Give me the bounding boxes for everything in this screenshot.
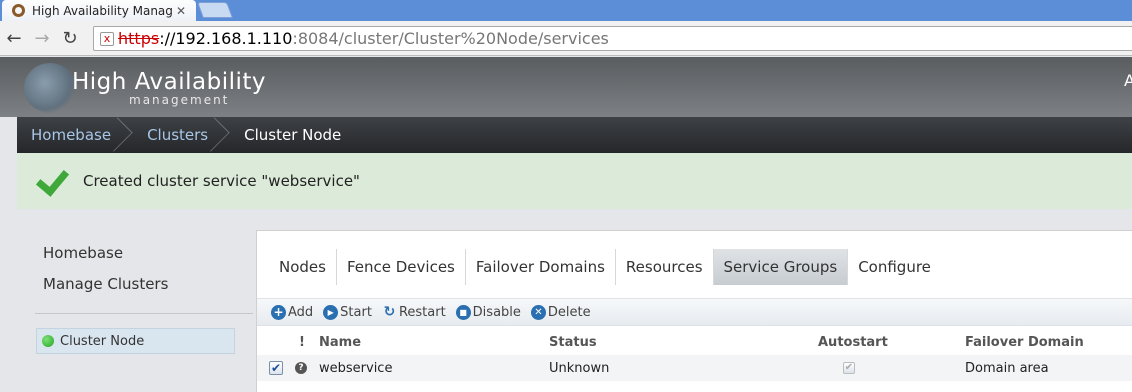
- disable-button-label: Disable: [472, 304, 521, 320]
- broken-lock-icon[interactable]: x: [100, 31, 114, 46]
- app-header: High Availability management A: [0, 57, 1132, 117]
- nav-homebase[interactable]: Homebase: [43, 244, 123, 262]
- tab-configure[interactable]: Configure: [848, 249, 941, 285]
- browser-tab-title: High Availability Manag: [32, 3, 173, 18]
- table-header: ! Name Status Autostart Failover Domain: [257, 331, 1132, 353]
- logo-icon: [24, 63, 76, 113]
- success-message: Created cluster service "webservice": [17, 153, 1132, 209]
- url-path: :8084/cluster/Cluster%20Node/services: [292, 29, 609, 48]
- action-toolbar: + Add ▶ Start ↻ Restart ■ Disable ✕ Dele…: [257, 298, 1132, 326]
- col-failover-domain[interactable]: Failover Domain: [965, 335, 1084, 350]
- tab-service-groups[interactable]: Service Groups: [713, 249, 849, 285]
- browser-tab-strip: High Availability Manag ✕: [0, 0, 1132, 21]
- autostart-checkbox: ✔: [843, 362, 855, 374]
- app-subtitle: management: [129, 93, 230, 107]
- restart-button-label: Restart: [398, 304, 446, 320]
- cluster-tabs: Nodes Fence Devices Failover Domains Res…: [269, 249, 941, 285]
- tab-failover-domains[interactable]: Failover Domains: [466, 249, 616, 285]
- browser-tab[interactable]: High Availability Manag ✕: [2, 0, 196, 21]
- delete-button[interactable]: ✕ Delete: [530, 304, 591, 320]
- breadcrumb-cluster-node: Cluster Node: [244, 126, 342, 144]
- nav-cluster-node-label: Cluster Node: [60, 333, 145, 349]
- close-tab-icon[interactable]: ✕: [174, 4, 188, 18]
- main-panel: Nodes Fence Devices Failover Domains Res…: [256, 230, 1132, 392]
- disable-button[interactable]: ■ Disable: [455, 304, 521, 320]
- status-online-icon: [42, 335, 54, 347]
- add-button[interactable]: + Add: [271, 304, 314, 320]
- tab-nodes[interactable]: Nodes: [269, 249, 337, 285]
- plus-circle-icon: +: [271, 304, 286, 320]
- refresh-icon: ↻: [383, 303, 396, 320]
- gear-icon: [12, 4, 25, 17]
- nav-manage-clusters[interactable]: Manage Clusters: [43, 275, 168, 293]
- user-menu[interactable]: A: [1124, 71, 1132, 90]
- table-row[interactable]: ✔ ? webservice Unknown ✔ Domain area: [257, 355, 1132, 381]
- stop-circle-icon: ■: [455, 304, 471, 320]
- back-arrow-icon[interactable]: ←: [4, 29, 24, 49]
- forward-arrow-icon[interactable]: →: [32, 29, 52, 49]
- help-icon: ?: [295, 362, 307, 374]
- col-name[interactable]: Name: [319, 335, 361, 350]
- breadcrumb-homebase[interactable]: Homebase: [17, 117, 125, 153]
- restart-button[interactable]: ↻ Restart: [382, 303, 446, 320]
- url-host: ://192.168.1.110: [159, 29, 293, 48]
- tab-fence-devices[interactable]: Fence Devices: [337, 249, 466, 285]
- add-button-label: Add: [288, 304, 314, 320]
- row-select-checkbox[interactable]: ✔: [269, 361, 283, 375]
- left-nav: Homebase Manage Clusters Cluster Node: [17, 210, 254, 392]
- start-button-label: Start: [340, 304, 372, 320]
- col-status[interactable]: Status: [549, 335, 597, 350]
- breadcrumb: Homebase Clusters Cluster Node: [17, 117, 1132, 153]
- service-name[interactable]: webservice: [319, 361, 392, 376]
- browser-toolbar: ← → ↻ x https://192.168.1.110:8084/clust…: [0, 21, 1132, 56]
- delete-button-label: Delete: [547, 304, 591, 320]
- checkmark-icon: [33, 168, 67, 194]
- address-bar[interactable]: x https://192.168.1.110:8084/cluster/Clu…: [93, 26, 1132, 51]
- service-failover-domain: Domain area: [965, 360, 1049, 376]
- new-tab-button[interactable]: [197, 2, 233, 18]
- nav-cluster-node[interactable]: Cluster Node: [36, 328, 235, 354]
- play-circle-icon: ▶: [323, 304, 339, 320]
- x-circle-icon: ✕: [530, 304, 546, 320]
- tab-resources[interactable]: Resources: [616, 249, 714, 285]
- url-scheme: https: [118, 29, 160, 48]
- app-title: High Availability: [72, 69, 267, 95]
- start-button[interactable]: ▶ Start: [323, 304, 372, 320]
- col-flag: !: [299, 334, 305, 350]
- reload-icon[interactable]: ↻: [60, 29, 80, 49]
- service-status: Unknown: [549, 360, 610, 376]
- nav-divider: [35, 313, 253, 314]
- success-message-text: Created cluster service "webservice": [83, 172, 360, 190]
- col-autostart[interactable]: Autostart: [818, 335, 888, 350]
- breadcrumb-clusters[interactable]: Clusters: [133, 117, 222, 153]
